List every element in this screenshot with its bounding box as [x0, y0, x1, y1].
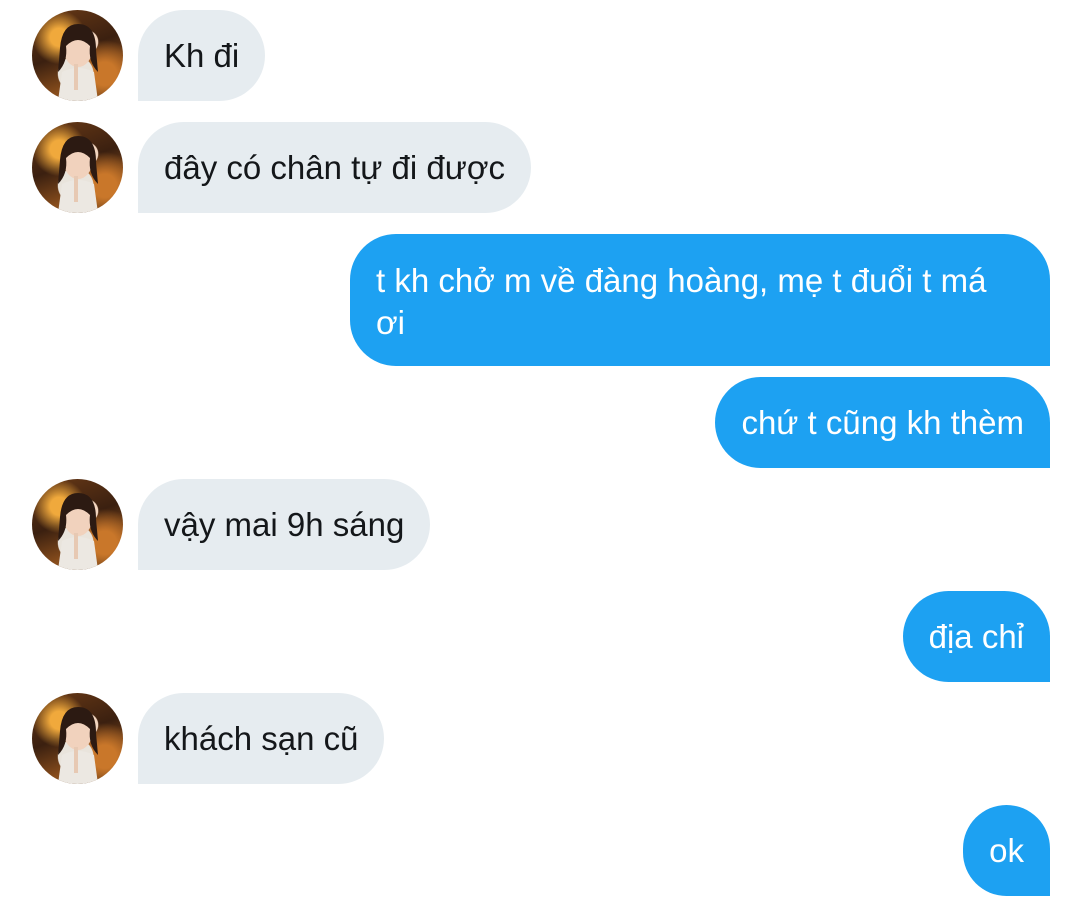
- contact-avatar[interactable]: [32, 479, 123, 570]
- message-text: Kh đi: [164, 36, 240, 74]
- incoming-message-bubble[interactable]: vậy mai 9h sáng: [138, 479, 431, 570]
- message-text: địa chỉ: [928, 617, 1024, 655]
- contact-avatar[interactable]: [32, 122, 123, 213]
- message-text: t kh chở m về đàng hoàng, mẹ t đuổi t má…: [376, 262, 987, 341]
- incoming-message-bubble[interactable]: đây có chân tự đi được: [138, 122, 531, 213]
- outgoing-message-bubble[interactable]: chứ t cũng kh thèm: [715, 377, 1050, 468]
- message-text: khách sạn cũ: [164, 719, 359, 757]
- message-text: đây có chân tự đi được: [164, 148, 505, 186]
- outgoing-message-bubble[interactable]: địa chỉ: [902, 591, 1050, 682]
- avatar-photo-icon: [58, 707, 98, 784]
- incoming-message-bubble[interactable]: khách sạn cũ: [138, 693, 385, 784]
- outgoing-message-bubble[interactable]: t kh chở m về đàng hoàng, mẹ t đuổi t má…: [350, 234, 1050, 366]
- avatar-photo-icon: [58, 24, 98, 101]
- outgoing-message-bubble[interactable]: ok: [963, 805, 1050, 896]
- message-text: chứ t cũng kh thèm: [741, 403, 1024, 441]
- avatar-photo-icon: [58, 136, 98, 213]
- message-thread: Kh đi đây có chân tự đi được t kh chở m …: [0, 0, 1080, 906]
- contact-avatar[interactable]: [32, 10, 123, 101]
- incoming-message-bubble[interactable]: Kh đi: [138, 10, 266, 101]
- message-text: ok: [989, 831, 1024, 869]
- message-text: vậy mai 9h sáng: [164, 505, 405, 543]
- contact-avatar[interactable]: [32, 693, 123, 784]
- avatar-photo-icon: [58, 493, 98, 570]
